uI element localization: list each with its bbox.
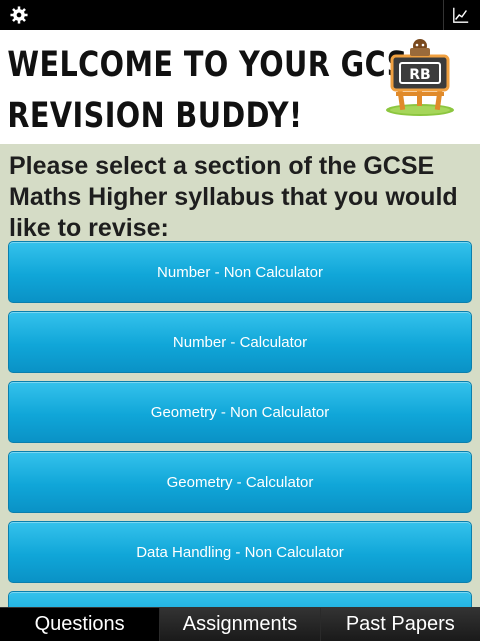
tab-assignments[interactable]: Assignments <box>160 608 321 641</box>
title-line-1: WELCOME TO YOUR GCSE <box>7 45 428 85</box>
gear-icon[interactable] <box>8 4 30 26</box>
section-button-label: Geometry - Non Calculator <box>150 403 330 421</box>
status-bar <box>0 0 480 30</box>
tab-label: Assignments <box>182 613 298 635</box>
app-header: WELCOME TO YOUR GCSE REVISION BUDDY! RB <box>0 30 480 144</box>
tab-bar: Questions Assignments Past Papers <box>0 607 480 641</box>
section-list: Number - Non Calculator Number - Calcula… <box>8 241 472 607</box>
section-button-geometry-non-calculator[interactable]: Geometry - Non Calculator <box>8 381 472 443</box>
section-button-partial[interactable] <box>8 591 472 607</box>
section-button-geometry-calculator[interactable]: Geometry - Calculator <box>8 451 472 513</box>
main-content: Please select a section of the GCSE Math… <box>0 144 480 607</box>
revision-buddy-logo: RB <box>378 34 462 118</box>
page-title: WELCOME TO YOUR GCSE REVISION BUDDY! <box>0 30 428 142</box>
section-button-label: Number - Non Calculator <box>157 263 323 281</box>
section-button-label: Data Handling - Non Calculator <box>136 543 344 561</box>
tab-questions[interactable]: Questions <box>0 608 161 641</box>
logo-text: RB <box>409 67 430 83</box>
status-right <box>443 0 472 30</box>
section-button-label: Geometry - Calculator <box>166 473 314 491</box>
tab-label: Questions <box>34 613 125 635</box>
section-button-data-handling-non-calculator[interactable]: Data Handling - Non Calculator <box>8 521 472 583</box>
title-line-2: REVISION BUDDY! <box>7 96 303 136</box>
chart-icon[interactable] <box>450 4 472 26</box>
tab-past-papers[interactable]: Past Papers <box>320 608 480 641</box>
section-prompt: Please select a section of the GCSE Math… <box>9 152 458 242</box>
section-button-label: Number - Calculator <box>172 333 308 351</box>
section-button-number-non-calculator[interactable]: Number - Non Calculator <box>8 241 472 303</box>
tab-label: Past Papers <box>345 613 455 635</box>
section-button-number-calculator[interactable]: Number - Calculator <box>8 311 472 373</box>
